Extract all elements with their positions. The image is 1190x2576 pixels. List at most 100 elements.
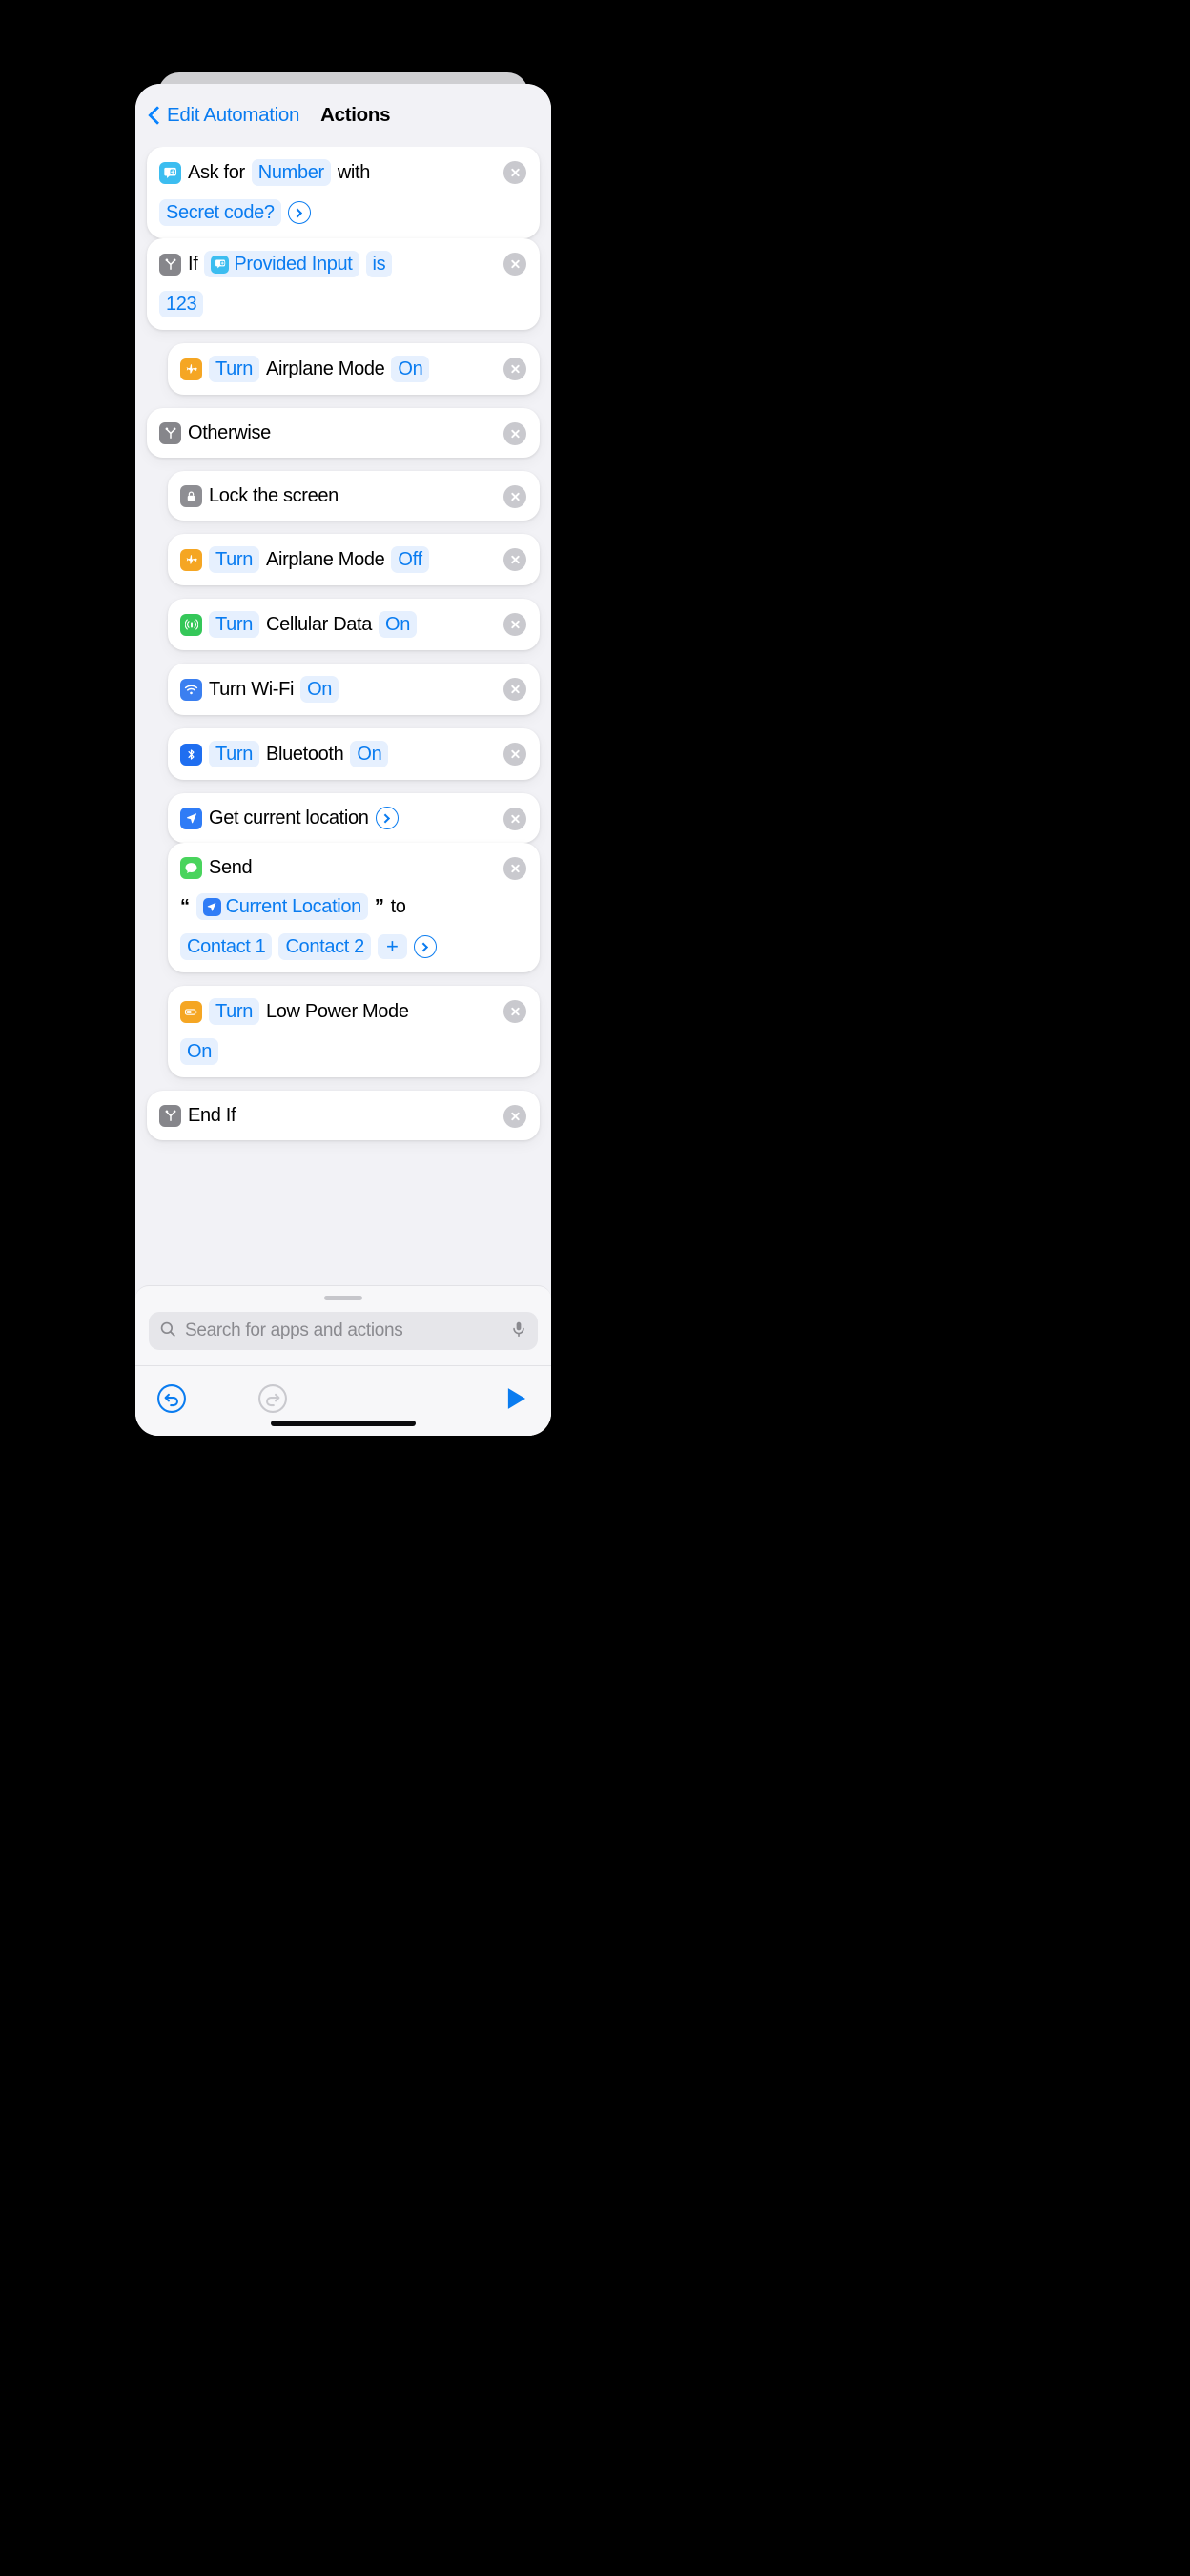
delete-action-button[interactable] — [503, 808, 526, 830]
chevron-left-icon — [149, 105, 161, 126]
action-text: Bluetooth — [265, 744, 344, 765]
ask-input-icon — [159, 161, 181, 184]
action-text: Airplane Mode — [265, 358, 385, 379]
action-card-send-message[interactable]: Send “ Current Location ” to Contact 1 C… — [168, 843, 540, 972]
token-state[interactable]: On — [350, 741, 389, 767]
action-text: Get current location — [209, 808, 369, 828]
delete-action-button[interactable] — [503, 422, 526, 445]
play-icon[interactable] — [502, 1384, 530, 1418]
delete-action-button[interactable] — [503, 1105, 526, 1128]
search-bar[interactable]: Search for apps and actions — [149, 1312, 538, 1350]
token-current-location[interactable]: Current Location — [195, 893, 368, 920]
lock-icon — [180, 484, 202, 507]
delete-action-button[interactable] — [503, 613, 526, 636]
action-text: to — [390, 896, 406, 917]
page-title: Actions — [320, 104, 391, 126]
if-branch-icon — [159, 253, 181, 276]
token-turn[interactable]: Turn — [209, 611, 259, 638]
airplane-icon — [180, 548, 202, 571]
action-text: Lock the screen — [209, 485, 339, 506]
battery-icon — [180, 1000, 202, 1023]
back-button[interactable]: Edit Automation — [149, 104, 299, 127]
delete-action-button[interactable] — [503, 857, 526, 880]
sheet-grabber-handle[interactable] — [324, 1296, 362, 1300]
token-state[interactable]: On — [300, 676, 339, 703]
delete-action-button[interactable] — [503, 678, 526, 701]
token-label: Current Location — [225, 896, 362, 917]
wifi-icon — [180, 678, 202, 701]
action-text: Otherwise — [188, 422, 271, 443]
search-input[interactable]: Search for apps and actions — [185, 1320, 502, 1341]
delete-action-button[interactable] — [503, 253, 526, 276]
phone-frame: Edit Automation Actions Ask for Number w… — [135, 72, 551, 1436]
action-card-lock-the-screen[interactable]: Lock the screen — [168, 471, 540, 521]
token-turn[interactable]: Turn — [209, 741, 259, 767]
token-comparison[interactable]: is — [365, 251, 393, 277]
navigation-header: Edit Automation Actions — [135, 84, 551, 147]
action-card-turn-wifi-on[interactable]: Turn Wi-Fi On — [168, 664, 540, 715]
action-card-turn-low-power-mode-on[interactable]: Turn Low Power Mode On — [168, 986, 540, 1077]
search-icon — [159, 1320, 176, 1342]
redo-icon[interactable] — [257, 1383, 288, 1419]
action-text: Cellular Data — [265, 614, 373, 635]
delete-action-button[interactable] — [503, 548, 526, 571]
microphone-icon[interactable] — [510, 1320, 527, 1342]
token-state[interactable]: On — [379, 611, 418, 638]
ask-input-icon — [211, 255, 230, 274]
token-state[interactable]: Off — [391, 546, 429, 573]
action-text: Low Power Mode — [265, 1001, 409, 1022]
token-state[interactable]: On — [180, 1038, 218, 1065]
action-card-turn-airplane-mode-on[interactable]: Turn Airplane Mode On — [168, 343, 540, 395]
action-card-ask-for-number[interactable]: Ask for Number with Secret code? — [147, 147, 540, 238]
disclosure-chevron-icon[interactable] — [413, 935, 437, 958]
token-label: Provided Input — [234, 254, 353, 275]
actions-list[interactable]: Ask for Number with Secret code? If Prov… — [135, 147, 551, 1285]
delete-action-button[interactable] — [503, 161, 526, 184]
action-text: Airplane Mode — [265, 549, 385, 570]
token-contact-1[interactable]: Contact 1 — [180, 933, 273, 960]
delete-action-button[interactable] — [503, 485, 526, 508]
token-turn[interactable]: Turn — [209, 998, 259, 1025]
bluetooth-icon — [180, 743, 202, 766]
back-button-label: Edit Automation — [167, 104, 300, 126]
location-icon — [202, 897, 221, 916]
action-card-turn-airplane-mode-off[interactable]: Turn Airplane Mode Off — [168, 534, 540, 585]
if-branch-icon — [159, 1104, 181, 1127]
token-prompt[interactable]: Secret code? — [159, 199, 281, 226]
token-turn[interactable]: Turn — [209, 356, 259, 382]
action-text: Ask for — [188, 162, 245, 183]
close-quote: ” — [374, 895, 384, 917]
token-contact-2[interactable]: Contact 2 — [278, 933, 371, 960]
delete-action-button[interactable] — [503, 358, 526, 380]
home-indicator — [271, 1421, 416, 1426]
action-text: with — [337, 162, 371, 183]
disclosure-chevron-icon[interactable] — [375, 807, 399, 829]
token-state[interactable]: On — [391, 356, 430, 382]
action-card-turn-bluetooth-on[interactable]: Turn Bluetooth On — [168, 728, 540, 780]
if-branch-icon — [159, 421, 181, 444]
action-card-turn-cellular-data-on[interactable]: Turn Cellular Data On — [168, 599, 540, 650]
action-card-otherwise[interactable]: Otherwise — [147, 408, 540, 458]
undo-icon[interactable] — [156, 1383, 187, 1419]
action-card-end-if[interactable]: End If — [147, 1091, 540, 1140]
token-number[interactable]: Number — [251, 159, 331, 186]
action-text: If — [188, 254, 198, 275]
token-compare-value[interactable]: 123 — [159, 291, 204, 317]
bottom-panel: Search for apps and actions — [135, 1285, 551, 1436]
token-turn[interactable]: Turn — [209, 546, 259, 573]
add-recipient-button[interactable]: + — [377, 934, 407, 959]
token-provided-input[interactable]: Provided Input — [204, 251, 359, 277]
disclosure-chevron-icon[interactable] — [287, 201, 311, 224]
cellular-icon — [180, 613, 202, 636]
delete-action-button[interactable] — [503, 743, 526, 766]
action-text: Send — [209, 857, 253, 878]
delete-action-button[interactable] — [503, 1000, 526, 1023]
shortcuts-actions-sheet: Edit Automation Actions Ask for Number w… — [135, 84, 551, 1436]
airplane-icon — [180, 358, 202, 380]
open-quote: “ — [180, 895, 190, 917]
message-icon — [180, 856, 202, 879]
action-card-get-current-location[interactable]: Get current location — [168, 793, 540, 843]
action-card-if-provided-input[interactable]: If Provided Input is 123 — [147, 238, 540, 330]
location-icon — [180, 807, 202, 829]
action-text: Turn Wi-Fi — [209, 679, 295, 700]
